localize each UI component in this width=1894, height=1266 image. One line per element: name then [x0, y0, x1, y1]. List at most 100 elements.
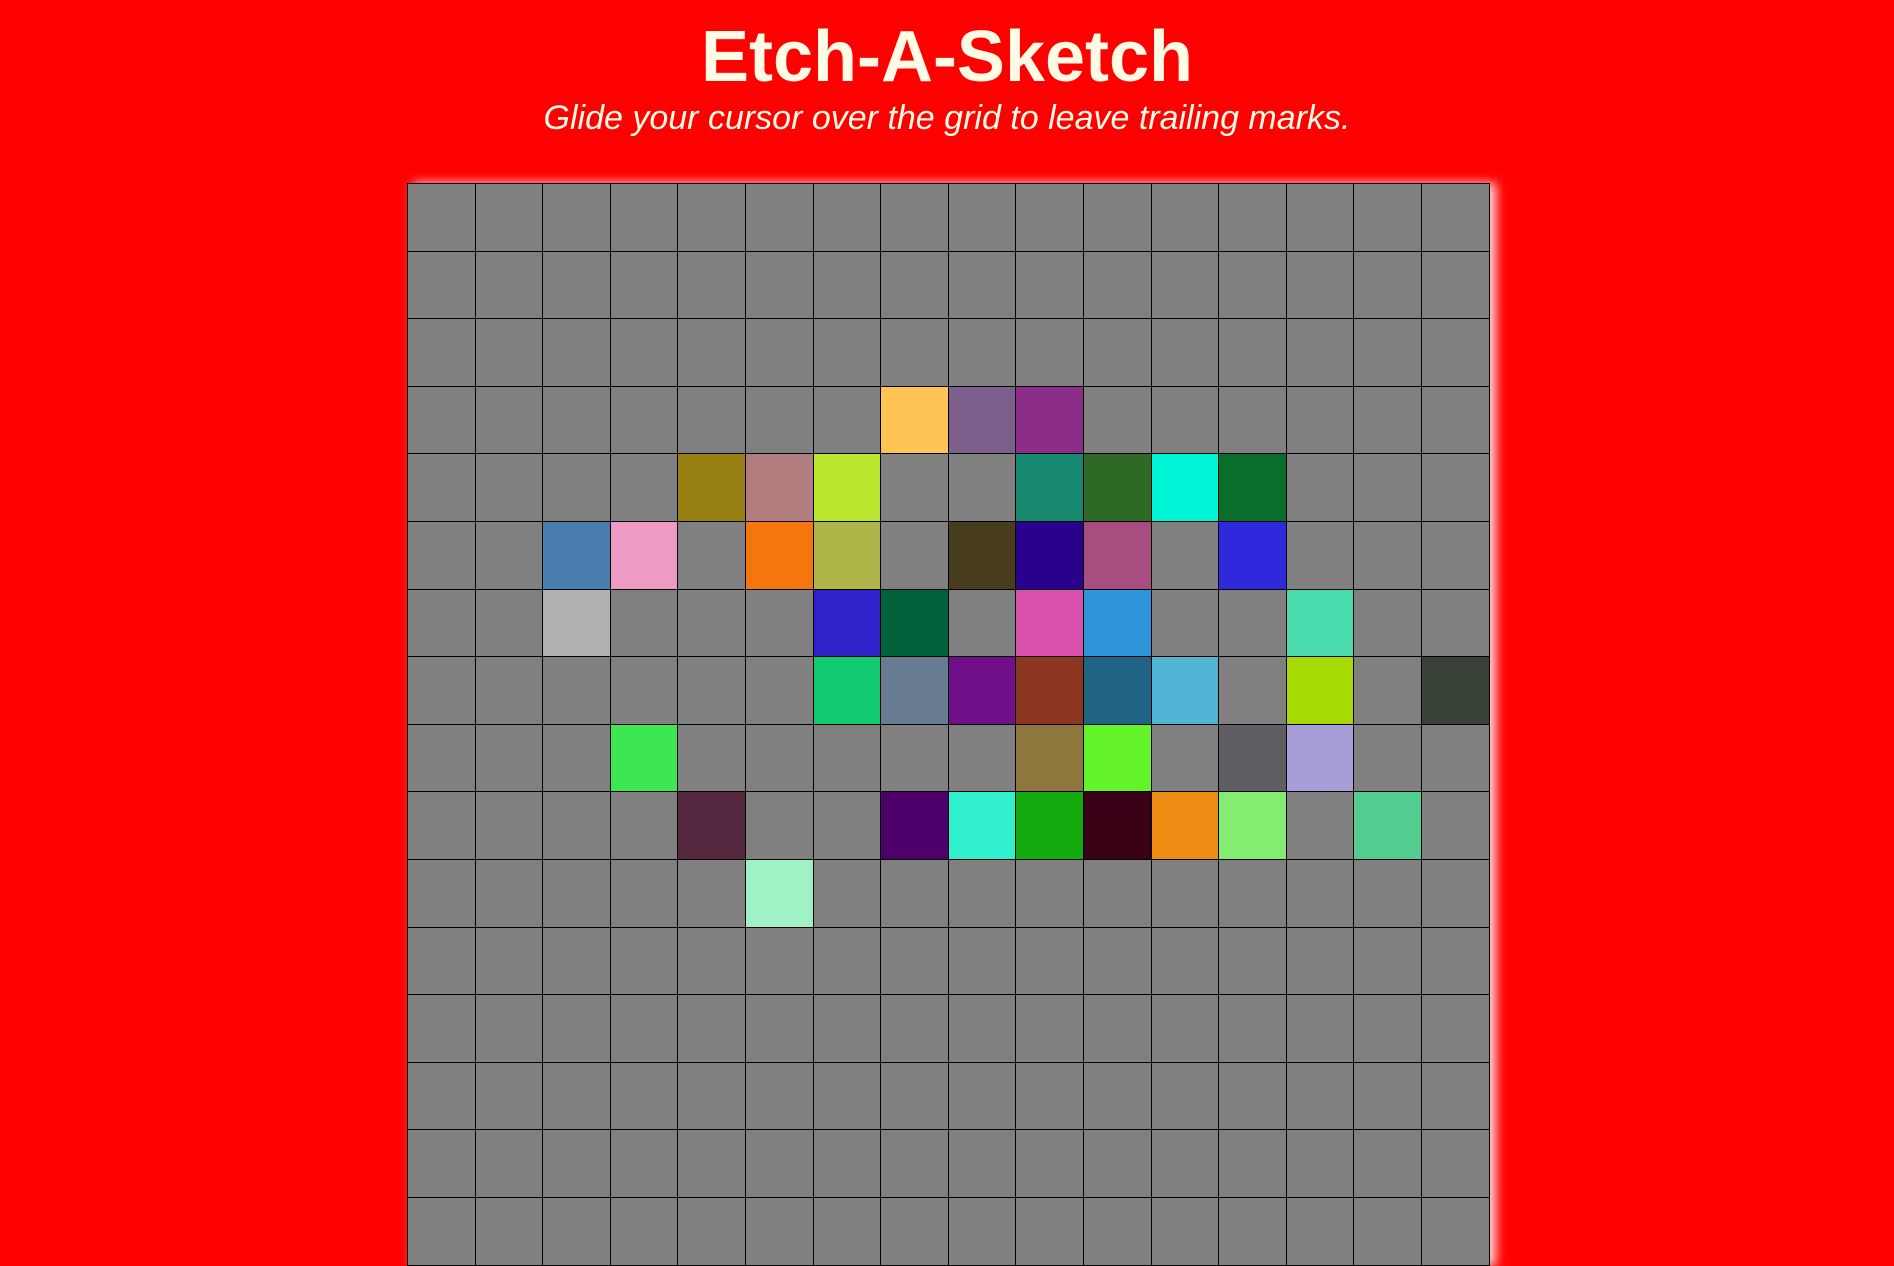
grid-cell[interactable]	[408, 319, 476, 387]
grid-cell[interactable]	[678, 995, 746, 1063]
grid-cell[interactable]	[1151, 386, 1220, 455]
grid-cell[interactable]	[678, 1130, 746, 1198]
grid-cell[interactable]	[408, 657, 476, 725]
grid-cell[interactable]	[881, 251, 949, 320]
grid-cell[interactable]	[610, 1130, 679, 1198]
grid-cell[interactable]	[543, 1062, 611, 1131]
grid-cell[interactable]	[475, 251, 544, 320]
grid-cell[interactable]	[1421, 792, 1490, 860]
grid-cell[interactable]	[408, 927, 476, 996]
grid-cell[interactable]	[1219, 859, 1287, 928]
grid-cell[interactable]	[813, 1130, 882, 1198]
grid-cell[interactable]	[1219, 184, 1287, 252]
grid-cell[interactable]	[1354, 319, 1422, 387]
grid-cell[interactable]	[475, 184, 544, 252]
grid-cell[interactable]	[881, 1062, 949, 1131]
grid-cell[interactable]	[1219, 589, 1287, 658]
grid-cell[interactable]	[813, 589, 882, 658]
grid-cell[interactable]	[745, 589, 814, 658]
grid-cell[interactable]	[475, 724, 544, 793]
grid-cell[interactable]	[813, 1197, 882, 1266]
grid-cell[interactable]	[610, 319, 679, 387]
grid-cell[interactable]	[475, 589, 544, 658]
grid-cell[interactable]	[948, 792, 1017, 860]
grid-cell[interactable]	[1421, 724, 1490, 793]
grid-cell[interactable]	[678, 657, 746, 725]
grid-cell[interactable]	[408, 724, 476, 793]
grid-cell[interactable]	[1421, 1062, 1490, 1131]
grid-cell[interactable]	[1219, 319, 1287, 387]
grid-cell[interactable]	[948, 927, 1017, 996]
grid-cell[interactable]	[881, 1130, 949, 1198]
grid-cell[interactable]	[813, 995, 882, 1063]
grid-cell[interactable]	[1083, 589, 1152, 658]
grid-cell[interactable]	[813, 521, 882, 590]
grid-cell[interactable]	[1151, 454, 1220, 522]
grid-cell[interactable]	[1421, 657, 1490, 725]
grid-cell[interactable]	[813, 184, 882, 252]
grid-cell[interactable]	[1016, 657, 1084, 725]
grid-cell[interactable]	[948, 386, 1017, 455]
grid-cell[interactable]	[1421, 995, 1490, 1063]
grid-cell[interactable]	[1219, 657, 1287, 725]
grid-cell[interactable]	[745, 995, 814, 1063]
grid-cell[interactable]	[408, 792, 476, 860]
grid-cell[interactable]	[475, 319, 544, 387]
grid-cell[interactable]	[881, 859, 949, 928]
grid-cell[interactable]	[408, 1130, 476, 1198]
grid-cell[interactable]	[543, 724, 611, 793]
grid-cell[interactable]	[1219, 251, 1287, 320]
grid-cell[interactable]	[1083, 792, 1152, 860]
grid-cell[interactable]	[1151, 657, 1220, 725]
grid-cell[interactable]	[1083, 319, 1152, 387]
grid-cell[interactable]	[543, 589, 611, 658]
grid-cell[interactable]	[1151, 1062, 1220, 1131]
grid-cell[interactable]	[1286, 1062, 1355, 1131]
grid-cell[interactable]	[408, 386, 476, 455]
grid-cell[interactable]	[745, 657, 814, 725]
grid-cell[interactable]	[1151, 927, 1220, 996]
grid-cell[interactable]	[543, 386, 611, 455]
grid-cell[interactable]	[678, 319, 746, 387]
grid-cell[interactable]	[881, 724, 949, 793]
grid-cell[interactable]	[1151, 319, 1220, 387]
grid-cell[interactable]	[610, 251, 679, 320]
grid-cell[interactable]	[1083, 251, 1152, 320]
grid-cell[interactable]	[1354, 792, 1422, 860]
grid-cell[interactable]	[1083, 184, 1152, 252]
grid-cell[interactable]	[610, 792, 679, 860]
grid-cell[interactable]	[408, 251, 476, 320]
grid-cell[interactable]	[408, 859, 476, 928]
grid-cell[interactable]	[1354, 589, 1422, 658]
grid-cell[interactable]	[610, 1062, 679, 1131]
grid-cell[interactable]	[475, 927, 544, 996]
grid-cell[interactable]	[1016, 184, 1084, 252]
grid-cell[interactable]	[1016, 1062, 1084, 1131]
grid-cell[interactable]	[408, 521, 476, 590]
grid-cell[interactable]	[1219, 995, 1287, 1063]
grid-cell[interactable]	[543, 184, 611, 252]
grid-cell[interactable]	[1286, 927, 1355, 996]
grid-cell[interactable]	[1219, 454, 1287, 522]
grid-cell[interactable]	[745, 1062, 814, 1131]
grid-cell[interactable]	[1286, 589, 1355, 658]
grid-cell[interactable]	[610, 521, 679, 590]
grid-cell[interactable]	[1421, 319, 1490, 387]
grid-cell[interactable]	[1083, 386, 1152, 455]
grid-cell[interactable]	[610, 724, 679, 793]
grid-cell[interactable]	[745, 454, 814, 522]
grid-cell[interactable]	[1151, 251, 1220, 320]
grid-cell[interactable]	[1151, 521, 1220, 590]
grid-cell[interactable]	[1151, 1130, 1220, 1198]
grid-cell[interactable]	[745, 386, 814, 455]
grid-cell[interactable]	[610, 995, 679, 1063]
grid-cell[interactable]	[1354, 454, 1422, 522]
grid-cell[interactable]	[610, 859, 679, 928]
grid-cell[interactable]	[678, 792, 746, 860]
grid-cell[interactable]	[1083, 1130, 1152, 1198]
grid-cell[interactable]	[610, 386, 679, 455]
grid-cell[interactable]	[408, 1197, 476, 1266]
grid-cell[interactable]	[813, 454, 882, 522]
grid-cell[interactable]	[948, 1197, 1017, 1266]
grid-cell[interactable]	[543, 251, 611, 320]
